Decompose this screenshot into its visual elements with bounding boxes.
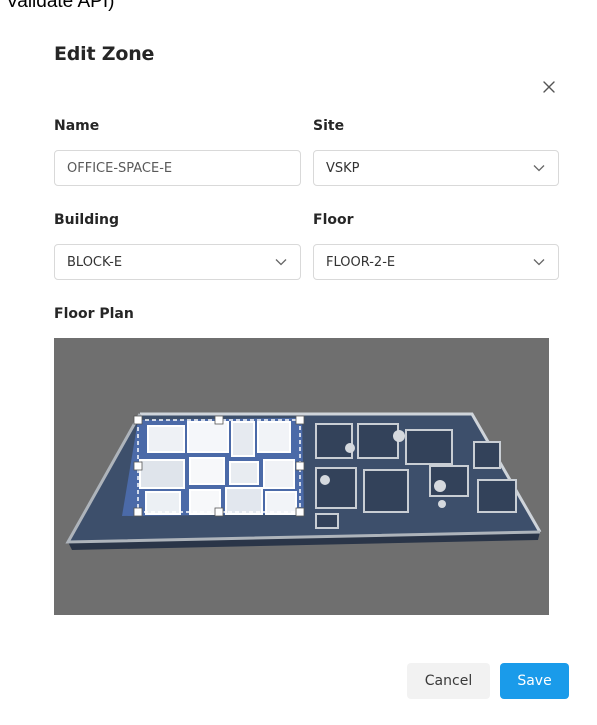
resize-handle-right[interactable] — [295, 461, 305, 471]
chevron-down-icon — [532, 161, 546, 175]
floor-selected-value: FLOOR-2-E — [326, 254, 396, 270]
site-label: Site — [313, 118, 345, 134]
building-select[interactable]: BLOCK-E — [54, 244, 301, 280]
resize-handle-bottom-right[interactable] — [295, 507, 305, 517]
cancel-button[interactable]: Cancel — [407, 663, 490, 699]
dialog-title: Edit Zone — [54, 43, 155, 65]
site-select[interactable]: VSKP — [313, 150, 559, 186]
building-selected-value: BLOCK-E — [67, 254, 123, 270]
resize-handle-top[interactable] — [214, 415, 224, 425]
building-label: Building — [54, 212, 120, 228]
floor-label: Floor — [313, 212, 354, 228]
resize-handle-bottom[interactable] — [214, 507, 224, 517]
floor-select[interactable]: FLOOR-2-E — [313, 244, 559, 280]
save-button[interactable]: Save — [500, 663, 569, 699]
resize-handle-top-right[interactable] — [295, 415, 305, 425]
name-input[interactable] — [67, 160, 288, 176]
resize-handle-bottom-left[interactable] — [133, 507, 143, 517]
name-field-wrapper — [54, 150, 301, 186]
floor-plan-label: Floor Plan — [54, 306, 134, 322]
floor-plan-image — [65, 412, 542, 550]
chevron-down-icon — [532, 255, 546, 269]
rooms-left — [122, 418, 304, 516]
resize-handle-top-left[interactable] — [133, 415, 143, 425]
name-label: Name — [54, 118, 100, 134]
close-icon — [543, 81, 555, 93]
background-window-text: Validate API) — [6, 0, 115, 12]
resize-handle-left[interactable] — [133, 461, 143, 471]
chevron-down-icon — [274, 255, 288, 269]
floor-plan-canvas[interactable] — [54, 338, 549, 615]
site-selected-value: VSKP — [326, 160, 360, 176]
close-button[interactable] — [538, 76, 560, 98]
